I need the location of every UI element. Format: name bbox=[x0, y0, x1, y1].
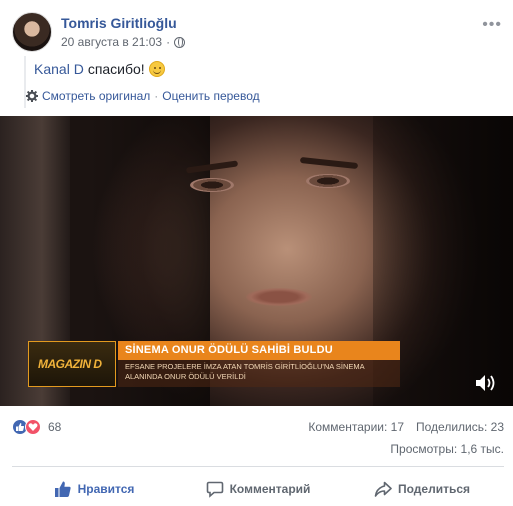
volume-icon[interactable] bbox=[475, 373, 497, 393]
lower-third-subheadline: EFSANE PROJELERE İMZA ATAN TOMRİS GİRİTL… bbox=[125, 362, 365, 381]
post-actions: Нравится Комментарий Поделиться bbox=[12, 476, 504, 502]
see-original-link[interactable]: Смотреть оригинал bbox=[42, 89, 150, 103]
separator: · bbox=[154, 89, 159, 103]
reaction-icons[interactable] bbox=[12, 419, 41, 435]
post-timestamp[interactable]: 20 августа в 21:03 bbox=[61, 35, 162, 49]
gear-icon[interactable] bbox=[26, 90, 38, 102]
comment-button[interactable]: Комментарий bbox=[176, 476, 340, 502]
like-button[interactable]: Нравится bbox=[12, 476, 176, 502]
post-stats: 68 Комментарии: 17 Поделились: 23 bbox=[12, 418, 504, 438]
love-reaction-icon bbox=[25, 419, 41, 435]
globe-icon[interactable] bbox=[174, 36, 186, 48]
thumbs-up-icon bbox=[54, 481, 71, 497]
comment-icon bbox=[206, 481, 223, 498]
mention-link[interactable]: Kanal D bbox=[34, 61, 84, 77]
translation-bar: Смотреть оригинал · Оценить перевод bbox=[26, 89, 260, 103]
share-icon bbox=[374, 481, 392, 497]
comment-label: Комментарий bbox=[229, 482, 311, 496]
reactions-count[interactable]: 68 bbox=[48, 420, 61, 434]
comments-count[interactable]: Комментарии: 17 bbox=[308, 420, 404, 434]
shares-count[interactable]: Поделились: 23 bbox=[416, 420, 504, 434]
like-label: Нравится bbox=[77, 482, 135, 496]
divider bbox=[12, 466, 504, 467]
more-icon[interactable]: ••• bbox=[482, 16, 502, 34]
rate-translation-link[interactable]: Оценить перевод bbox=[162, 89, 259, 103]
channel-logo: MAGAZIN D bbox=[28, 341, 116, 387]
avatar[interactable] bbox=[12, 12, 52, 52]
views-count: Просмотры: 1,6 тыс. bbox=[390, 442, 504, 456]
post-header: Tomris Giritlioğlu 20 августа в 21:03 · … bbox=[12, 12, 502, 54]
smile-icon bbox=[148, 61, 165, 77]
post-meta: 20 августа в 21:03 · bbox=[61, 35, 186, 49]
author-name[interactable]: Tomris Giritlioğlu bbox=[61, 15, 177, 31]
share-label: Поделиться bbox=[397, 482, 471, 496]
lower-third-headline: SİNEMA ONUR ÖDÜLÜ SAHİBİ BULDU bbox=[125, 344, 333, 356]
share-button[interactable]: Поделиться bbox=[340, 476, 504, 502]
post-text: Kanal D спасибо! bbox=[34, 61, 165, 77]
post-text-body: спасибо! bbox=[87, 61, 145, 77]
